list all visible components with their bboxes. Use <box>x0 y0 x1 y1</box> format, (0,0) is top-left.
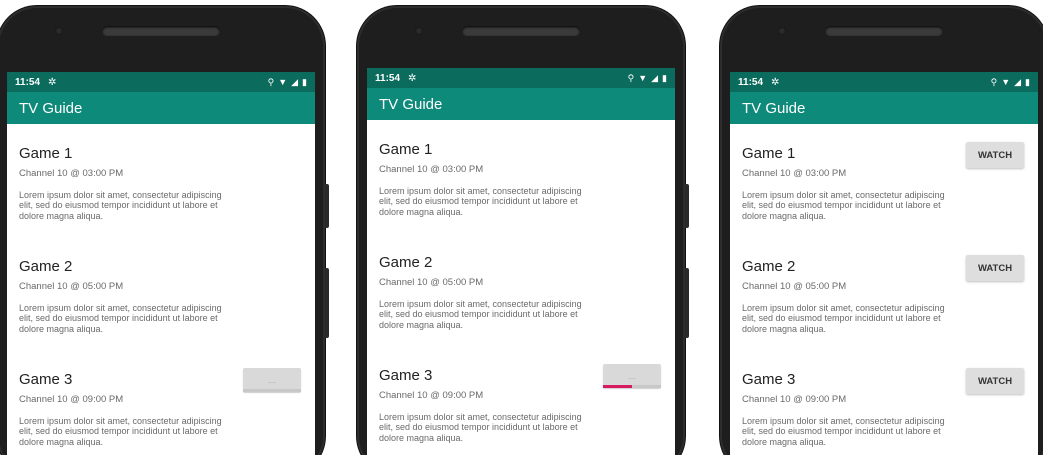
front-camera <box>55 27 63 35</box>
item-description: Lorem ipsum dolor sit amet, consectetur … <box>19 416 222 447</box>
volume-key <box>325 184 329 228</box>
progress-track <box>243 389 301 392</box>
program-list[interactable]: Game 1 Channel 10 @ 03:00 PM Lorem ipsum… <box>730 124 1038 455</box>
app-bar: TV Guide <box>730 92 1038 124</box>
watch-button[interactable]: WATCH <box>966 368 1024 394</box>
list-item[interactable]: Game 3 Channel 10 @ 09:00 PM Lorem ipsum… <box>379 346 675 455</box>
program-list[interactable]: Game 1 Channel 10 @ 03:00 PM Lorem ipsum… <box>367 120 675 455</box>
earpiece-speaker <box>462 26 580 36</box>
list-item[interactable]: Game 1 Channel 10 @ 03:00 PM Lorem ipsum… <box>379 120 675 233</box>
item-description: Lorem ipsum dolor sit amet, consectetur … <box>379 299 582 330</box>
gear-icon: ✲ <box>771 76 780 88</box>
gear-icon: ✲ <box>408 72 417 84</box>
item-subtitle: Channel 10 @ 03:00 PM <box>742 168 847 179</box>
item-title: Game 2 <box>379 254 433 271</box>
wifi-icon: ▼ <box>278 77 288 87</box>
status-time: 11:54 <box>15 76 41 88</box>
location-icon: ⚲ <box>267 76 275 87</box>
front-camera <box>415 27 423 35</box>
item-subtitle: Channel 10 @ 05:00 PM <box>742 281 847 292</box>
item-subtitle: Channel 10 @ 05:00 PM <box>379 277 484 288</box>
app-bar: TV Guide <box>367 88 675 120</box>
item-description: Lorem ipsum dolor sit amet, consectetur … <box>379 186 582 217</box>
battery-icon: ▮ <box>662 72 667 83</box>
watch-button[interactable]: WATCH <box>966 255 1024 281</box>
item-title: Game 1 <box>379 141 433 158</box>
status-time: 11:54 <box>375 72 401 84</box>
wifi-icon: ▼ <box>1001 77 1011 87</box>
app-title: TV Guide <box>19 99 83 117</box>
watch-button[interactable]: WATCH <box>966 142 1024 168</box>
earpiece-speaker <box>102 26 220 36</box>
screen: 11:54 ✲ ⚲ ▼ ◢ ▮ TV Guide Game 1 Channel … <box>730 72 1038 455</box>
item-subtitle: Channel 10 @ 09:00 PM <box>742 394 847 405</box>
signal-icon: ◢ <box>291 76 299 87</box>
app-bar: TV Guide <box>7 92 315 124</box>
battery-icon: ▮ <box>302 76 307 87</box>
item-description: Lorem ipsum dolor sit amet, consectetur … <box>742 416 945 447</box>
screen: 11:54 ✲ ⚲ ▼ ◢ ▮ TV Guide Game 1 Channel … <box>367 68 675 455</box>
item-description: Lorem ipsum dolor sit amet, consectetur … <box>742 190 945 221</box>
app-title: TV Guide <box>742 99 806 117</box>
loading-dots: ... <box>268 375 276 385</box>
signal-icon: ◢ <box>651 72 659 83</box>
status-bar: 11:54 ✲ ⚲ ▼ ◢ ▮ <box>730 72 1038 92</box>
item-subtitle: Channel 10 @ 03:00 PM <box>379 164 484 175</box>
status-bar: 11:54 ✲ ⚲ ▼ ◢ ▮ <box>7 72 315 92</box>
front-camera <box>778 27 786 35</box>
item-subtitle: Channel 10 @ 05:00 PM <box>19 281 124 292</box>
gear-icon: ✲ <box>48 76 57 88</box>
item-subtitle: Channel 10 @ 09:00 PM <box>379 390 484 401</box>
list-item[interactable]: Game 3 Channel 10 @ 09:00 PM Lorem ipsum… <box>742 350 1038 455</box>
list-item[interactable]: Game 2 Channel 10 @ 05:00 PM Lorem ipsum… <box>19 237 315 350</box>
wifi-icon: ▼ <box>638 73 648 83</box>
item-description: Lorem ipsum dolor sit amet, consectetur … <box>742 303 945 334</box>
phone-frame-3: 11:54 ✲ ⚲ ▼ ◢ ▮ TV Guide Game 1 Channel … <box>720 6 1043 455</box>
phone-frame-2: 11:54 ✲ ⚲ ▼ ◢ ▮ TV Guide Game 1 Channel … <box>357 6 689 455</box>
battery-icon: ▮ <box>1025 76 1030 87</box>
phone-frame-1: 11:54 ✲ ⚲ ▼ ◢ ▮ TV Guide Game 1 Channel … <box>0 6 329 455</box>
location-icon: ⚲ <box>627 72 635 83</box>
item-description: Lorem ipsum dolor sit amet, consectetur … <box>19 190 222 221</box>
item-description: Lorem ipsum dolor sit amet, consectetur … <box>379 412 582 443</box>
earpiece-speaker <box>825 26 943 36</box>
progress-fill <box>603 385 632 388</box>
location-icon: ⚲ <box>990 76 998 87</box>
power-key <box>325 268 329 338</box>
program-list[interactable]: Game 1 Channel 10 @ 03:00 PM Lorem ipsum… <box>7 124 315 455</box>
item-subtitle: Channel 10 @ 03:00 PM <box>19 168 124 179</box>
list-item[interactable]: Game 1 Channel 10 @ 03:00 PM Lorem ipsum… <box>19 124 315 237</box>
status-time: 11:54 <box>738 76 764 88</box>
volume-key <box>685 184 689 228</box>
item-title: Game 2 <box>19 258 73 275</box>
watch-button-loading[interactable]: ... <box>243 368 301 392</box>
item-subtitle: Channel 10 @ 09:00 PM <box>19 394 124 405</box>
screen: 11:54 ✲ ⚲ ▼ ◢ ▮ TV Guide Game 1 Channel … <box>7 72 315 455</box>
list-item[interactable]: Game 2 Channel 10 @ 05:00 PM Lorem ipsum… <box>742 237 1038 350</box>
signal-icon: ◢ <box>1014 76 1022 87</box>
power-key <box>685 268 689 338</box>
list-item[interactable]: Game 3 Channel 10 @ 09:00 PM Lorem ipsum… <box>19 350 315 455</box>
status-bar: 11:54 ✲ ⚲ ▼ ◢ ▮ <box>367 68 675 88</box>
watch-button-loading[interactable]: ... <box>603 364 661 388</box>
list-item[interactable]: Game 1 Channel 10 @ 03:00 PM Lorem ipsum… <box>742 124 1038 237</box>
app-title: TV Guide <box>379 95 443 113</box>
loading-dots: ... <box>628 371 636 381</box>
item-description: Lorem ipsum dolor sit amet, consectetur … <box>19 303 222 334</box>
list-item[interactable]: Game 2 Channel 10 @ 05:00 PM Lorem ipsum… <box>379 233 675 346</box>
item-title: Game 1 <box>19 145 73 162</box>
